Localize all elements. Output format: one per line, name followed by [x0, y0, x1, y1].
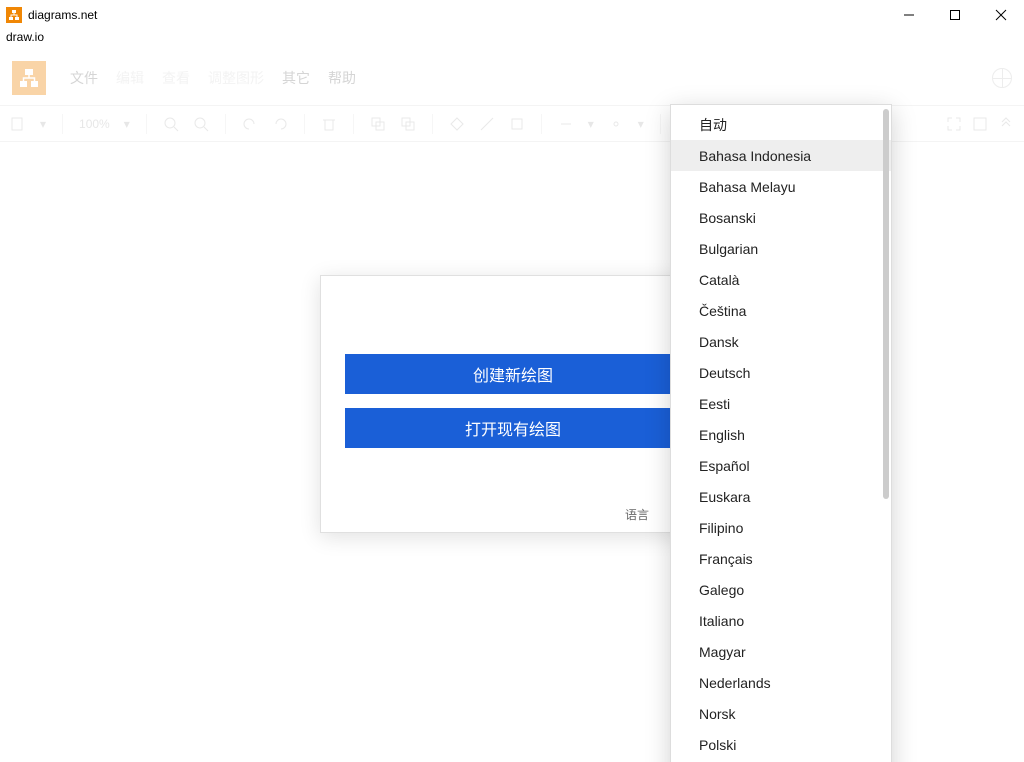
menubar: 文件 编辑 查看 调整图形 其它 帮助 — [0, 50, 1024, 106]
create-new-diagram-button[interactable]: 创建新绘图 — [345, 354, 681, 394]
language-option[interactable]: English — [671, 419, 891, 450]
line-icon[interactable] — [479, 116, 495, 132]
app-logo — [12, 61, 46, 95]
language-option[interactable]: Italiano — [671, 605, 891, 636]
menu-arrange[interactable]: 调整图形 — [208, 68, 264, 88]
open-existing-diagram-button[interactable]: 打开现有绘图 — [345, 408, 681, 448]
window-title: diagrams.net — [28, 8, 97, 22]
language-option[interactable]: Bulgarian — [671, 233, 891, 264]
language-option[interactable]: Bahasa Melayu — [671, 171, 891, 202]
page-icon[interactable] — [10, 116, 26, 132]
language-option[interactable]: Polski — [671, 729, 891, 760]
app-icon — [6, 7, 22, 23]
menu-extras[interactable]: 其它 — [282, 68, 310, 88]
language-option[interactable]: Français — [671, 543, 891, 574]
back-icon[interactable] — [400, 116, 416, 132]
redo-icon[interactable] — [272, 116, 288, 132]
language-option[interactable]: Bosanski — [671, 202, 891, 233]
maximize-button[interactable] — [932, 0, 978, 30]
menu-edit[interactable]: 编辑 — [116, 68, 144, 88]
language-menu: 自动Bahasa IndonesiaBahasa MelayuBosanskiB… — [670, 104, 892, 762]
fullscreen-icon[interactable] — [946, 116, 962, 132]
close-button[interactable] — [978, 0, 1024, 30]
menu-view[interactable]: 查看 — [162, 68, 190, 88]
language-option[interactable]: 自动 — [671, 109, 891, 140]
waypoint-icon[interactable] — [608, 116, 624, 132]
language-option[interactable]: Norsk — [671, 698, 891, 729]
language-option[interactable]: Català — [671, 264, 891, 295]
language-option[interactable]: Galego — [671, 574, 891, 605]
undo-icon[interactable] — [242, 116, 258, 132]
menu-help[interactable]: 帮助 — [328, 68, 356, 88]
titlebar: diagrams.net — [0, 0, 1024, 30]
connection-icon[interactable] — [558, 116, 574, 132]
format-icon[interactable] — [972, 116, 988, 132]
language-option[interactable]: Eesti — [671, 388, 891, 419]
language-option[interactable]: Čeština — [671, 295, 891, 326]
language-label[interactable]: 语言 — [625, 508, 649, 522]
zoom-out-icon[interactable] — [193, 116, 209, 132]
language-option[interactable]: Dansk — [671, 326, 891, 357]
language-option[interactable]: Euskara — [671, 481, 891, 512]
delete-icon[interactable] — [321, 116, 337, 132]
language-option[interactable]: Deutsch — [671, 357, 891, 388]
scrollbar-thumb[interactable] — [883, 109, 889, 499]
menu-file[interactable]: 文件 — [70, 68, 98, 88]
language-option[interactable]: Magyar — [671, 636, 891, 667]
language-option[interactable]: Filipino — [671, 512, 891, 543]
window-subtitle: draw.io — [0, 30, 1024, 50]
fill-icon[interactable] — [449, 116, 465, 132]
start-dialog: 创建新绘图 打开现有绘图 语言 — [320, 275, 706, 533]
language-option[interactable]: Español — [671, 450, 891, 481]
language-option[interactable]: Bahasa Indonesia — [671, 140, 891, 171]
collapse-icon[interactable] — [998, 116, 1014, 132]
globe-icon[interactable] — [992, 68, 1012, 88]
language-option[interactable]: Nederlands — [671, 667, 891, 698]
shadow-icon[interactable] — [509, 116, 525, 132]
front-icon[interactable] — [370, 116, 386, 132]
minimize-button[interactable] — [886, 0, 932, 30]
zoom-in-icon[interactable] — [163, 116, 179, 132]
zoom-level[interactable]: 100% — [79, 117, 110, 131]
